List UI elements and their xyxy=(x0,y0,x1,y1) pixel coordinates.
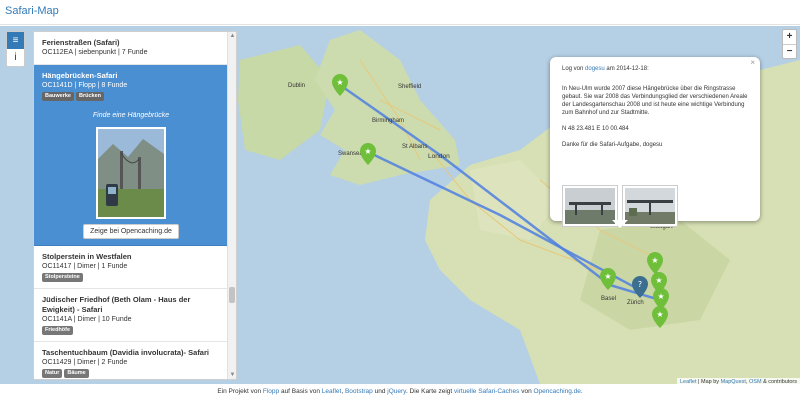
footer-text: . Die Karte zeigt xyxy=(405,388,453,395)
log-user-link[interactable]: dogesu xyxy=(585,66,605,72)
tag-badge: Bäume xyxy=(64,369,89,378)
map-marker-star[interactable]: ★ xyxy=(647,252,663,274)
list-item[interactable]: Jüdischer Friedhof (Beth Olam - Haus der… xyxy=(34,289,228,342)
svg-text:★: ★ xyxy=(651,256,658,265)
city-label-basel: Basel xyxy=(601,296,616,302)
city-label-st-albans: St Albans xyxy=(402,144,427,150)
show-on-opencaching-button[interactable]: Zeige bei Opencaching.de xyxy=(83,224,179,239)
cache-thumbnail[interactable] xyxy=(96,127,166,219)
log-popup: × Log von dogesu am 2014-12-18: In Neu-U… xyxy=(550,57,760,227)
log-thanks: Danke für die Safari-Aufgabe, dogesu xyxy=(562,142,663,148)
map-marker-star[interactable]: ★ xyxy=(332,74,348,96)
item-title: Hängebrücken-Safari xyxy=(42,71,118,80)
info-icon[interactable]: i xyxy=(7,49,24,66)
city-label-birmingham: Birmingham xyxy=(372,118,404,124)
app-title[interactable]: Safari-Map xyxy=(5,5,59,17)
list-item[interactable]: Taschentuchbaum (Davidia involucrata)- S… xyxy=(34,342,228,379)
item-meta: OC112EA | siebenpunkt | 7 Funde xyxy=(42,49,148,56)
svg-text:★: ★ xyxy=(657,292,664,301)
map-marker-star[interactable]: ★ xyxy=(360,143,376,165)
item-meta: OC1141D | Flopp | 8 Funde xyxy=(42,82,128,89)
tag-badge: Stolpersteine xyxy=(42,273,83,282)
osm-link[interactable]: OSM xyxy=(749,379,762,385)
tag-badge: Natur xyxy=(42,369,63,378)
item-title: Jüdischer Friedhof (Beth Olam - Haus der… xyxy=(42,295,191,314)
svg-text:★: ★ xyxy=(604,272,611,281)
list-scrollbar[interactable]: ▲ ▼ xyxy=(227,32,236,379)
item-description: Finde eine Hängebrücke xyxy=(92,112,170,119)
svg-text:★: ★ xyxy=(336,78,343,87)
log-prefix: Log von xyxy=(562,66,584,72)
safari-list-panel: Ferienstraßen (Safari) OC112EA | siebenp… xyxy=(33,31,237,380)
flopp-link[interactable]: Flopp xyxy=(263,388,279,395)
popup-header: Log von dogesu am 2014-12-18: xyxy=(562,65,748,73)
list-menu-icon[interactable]: ≡ xyxy=(7,32,24,49)
attribution-contributors: & contributors xyxy=(763,379,797,385)
popup-tip xyxy=(612,220,628,228)
log-coordinates: N 48 23.481 E 10 00.484 xyxy=(562,126,629,132)
top-navbar: Safari-Map xyxy=(0,0,800,25)
item-meta: OC11417 | Dimer | 1 Funde xyxy=(42,263,128,270)
scroll-up-arrow-icon[interactable]: ▲ xyxy=(229,33,236,39)
svg-text:★: ★ xyxy=(364,147,371,156)
svg-text:?: ? xyxy=(638,280,642,289)
footer-text: auf Basis von xyxy=(280,388,320,395)
zoom-out-button[interactable]: − xyxy=(783,44,796,58)
log-photo[interactable] xyxy=(562,185,618,227)
zoom-control: + − xyxy=(782,29,797,59)
svg-text:★: ★ xyxy=(656,310,663,319)
city-label-zurich: Zürich xyxy=(627,300,644,306)
virtual-caches-link[interactable]: virtuelle Safari-Caches xyxy=(454,388,519,395)
list-item[interactable]: Stolperstein in Westfalen OC11417 | Dime… xyxy=(34,246,228,289)
safari-list: Ferienstraßen (Safari) OC112EA | siebenp… xyxy=(34,32,228,379)
footer-text: . xyxy=(580,388,583,395)
footer-text: Ein Projekt von xyxy=(217,388,262,395)
item-meta: OC1141A | Dimer | 10 Funde xyxy=(42,316,132,323)
log-text: In Neu-Ulm wurde 2007 diese Hängebrücke … xyxy=(562,86,748,116)
item-meta: OC11429 | Dimer | 2 Funde xyxy=(42,359,128,366)
sidebar-tabs: ≡ i xyxy=(6,31,25,67)
footer-text: von xyxy=(521,388,532,395)
popup-close-icon[interactable]: × xyxy=(750,59,755,67)
page-footer: Ein Projekt von Flopp auf Basis von Leaf… xyxy=(217,388,583,395)
item-title: Stolperstein in Westfalen xyxy=(42,252,132,261)
opencaching-link[interactable]: Opencaching.de xyxy=(534,388,581,395)
jquery-link[interactable]: jQuery xyxy=(387,388,406,395)
leaflet-link[interactable]: Leaflet xyxy=(680,379,697,385)
tag-badge: Bauwerke xyxy=(42,92,74,101)
log-photo[interactable] xyxy=(622,185,678,227)
scroll-down-arrow-icon[interactable]: ▼ xyxy=(229,372,236,378)
footer-text: und xyxy=(374,388,386,395)
city-label-dublin: Dublin xyxy=(288,83,305,89)
map-marker-star[interactable]: ★ xyxy=(600,268,616,290)
log-date: am 2014-12-18: xyxy=(606,66,649,72)
list-item-selected[interactable]: Hängebrücken-Safari OC1141D | Flopp | 8 … xyxy=(34,65,228,246)
mapquest-link[interactable]: MapQuest xyxy=(721,379,746,385)
attribution-text: | Map by xyxy=(698,379,720,385)
leaflet-footer-link[interactable]: Leaflet xyxy=(322,388,342,395)
svg-text:★: ★ xyxy=(655,276,662,285)
bootstrap-link[interactable]: Bootstrap xyxy=(345,388,373,395)
city-label-sheffield: Sheffield xyxy=(398,84,421,90)
city-label-london: London xyxy=(428,153,450,160)
list-item[interactable]: Ferienstraßen (Safari) OC112EA | siebenp… xyxy=(34,32,228,65)
item-title: Ferienstraßen (Safari) xyxy=(42,38,120,47)
zoom-in-button[interactable]: + xyxy=(783,30,796,44)
item-title: Taschentuchbaum (Davidia involucrata)- S… xyxy=(42,348,209,357)
tag-badge: Friedhöfe xyxy=(42,326,74,335)
map-marker-star[interactable]: ★ xyxy=(652,306,668,328)
scroll-thumb[interactable] xyxy=(229,287,235,303)
tag-badge: Brücken xyxy=(76,92,105,101)
map-marker-unknown[interactable]: ? xyxy=(632,276,648,298)
